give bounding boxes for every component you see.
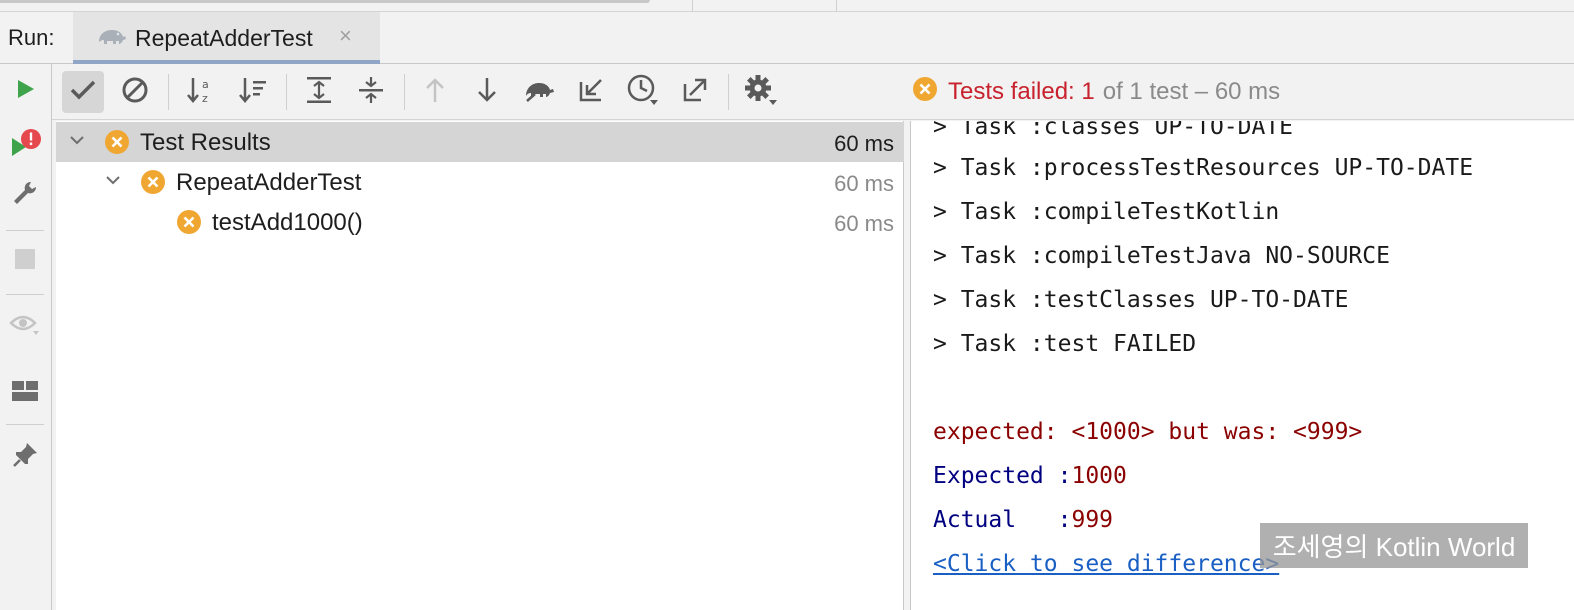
eye-icon <box>9 313 41 342</box>
tree-row-test-results[interactable]: Test Results 60 ms <box>56 122 904 162</box>
export-icon <box>681 76 709 109</box>
expected-value: 1000 <box>1071 463 1127 489</box>
arrow-down-icon <box>475 76 499 109</box>
chevron-down-icon[interactable] <box>104 171 122 194</box>
divider <box>836 0 837 11</box>
sort-alphabetically-button[interactable]: a z <box>180 71 222 113</box>
tree-row-repeat-adder-test[interactable]: RepeatAdderTest 60 ms <box>56 162 904 202</box>
divider <box>6 424 44 425</box>
modify-run-configuration-button[interactable] <box>6 176 44 214</box>
checkmark-icon <box>70 79 96 106</box>
tab-repeat-adder-test[interactable]: RepeatAdderTest × <box>73 12 380 64</box>
arrow-up-icon <box>423 76 447 109</box>
tab-title: RepeatAdderTest <box>135 25 313 51</box>
status-failed-count: Tests failed: 1 <box>948 78 1095 105</box>
show-passed-toggle[interactable] <box>62 71 104 113</box>
view-options-button[interactable] <box>6 308 44 346</box>
console-line: > Task :processTestResources UP-TO-DATE <box>933 155 1474 181</box>
divider <box>728 74 729 110</box>
actual-line: Actual :999 <box>933 507 1113 533</box>
status-total: of 1 test – 60 ms <box>1102 78 1281 105</box>
actual-label: Actual : <box>933 507 1072 533</box>
fail-circle-icon <box>140 169 166 200</box>
divider <box>404 74 405 110</box>
expected-label: Expected : <box>933 463 1072 489</box>
divider <box>692 0 693 11</box>
expand-all-icon <box>305 75 333 110</box>
click-to-see-difference-link[interactable]: <Click to see difference> <box>933 551 1279 577</box>
previous-failed-test-button[interactable] <box>414 71 456 113</box>
console-line: > Task :classes UP-TO-DATE <box>933 121 1294 140</box>
tree-row-label: Test Results <box>140 129 271 156</box>
collapse-all-button[interactable] <box>350 71 392 113</box>
ignored-icon <box>121 76 149 109</box>
test-results-tree: Test Results 60 ms RepeatAdderTest 60 ms… <box>56 121 904 610</box>
run-tab-bar: Run: RepeatAdderTest × <box>0 12 1574 64</box>
pin-icon <box>11 441 39 474</box>
settings-button[interactable] <box>740 71 782 113</box>
run-label: Run: <box>8 25 55 50</box>
gear-icon <box>743 73 779 112</box>
divider <box>168 74 169 110</box>
stop-icon <box>14 248 36 275</box>
layout-icon <box>12 380 38 407</box>
layout-button[interactable] <box>6 374 44 412</box>
fail-circle-icon <box>912 76 938 109</box>
tree-row-duration: 60 ms <box>834 131 894 156</box>
console-line: > Task :testClasses UP-TO-DATE <box>933 287 1349 313</box>
tree-row-label: RepeatAdderTest <box>176 169 362 196</box>
rerun-failed-button[interactable] <box>6 126 44 164</box>
import-tests-button[interactable] <box>570 71 612 113</box>
tree-row-test-add-1000[interactable]: testAdd1000() 60 ms <box>56 202 904 242</box>
fail-circle-icon <box>176 209 202 240</box>
next-failed-test-button[interactable] <box>466 71 508 113</box>
test-runner-toolbar: a z Tests failed: 1 of 1 test – 60 ms <box>52 64 1574 120</box>
sort-by-duration-button[interactable] <box>232 71 274 113</box>
scrollbar-thumb[interactable] <box>0 0 650 3</box>
test-history-button[interactable] <box>622 71 664 113</box>
console-line: > Task :compileTestKotlin <box>933 199 1280 225</box>
divider <box>286 74 287 110</box>
svg-text:z: z <box>202 92 208 105</box>
top-strip <box>0 0 1574 12</box>
tree-row-duration: 60 ms <box>834 211 894 236</box>
wrench-icon <box>11 179 39 212</box>
import-icon <box>577 76 605 109</box>
play-icon <box>13 77 37 106</box>
console-line: > Task :compileTestJava NO-SOURCE <box>933 243 1390 269</box>
rerun-failed-icon <box>8 126 42 165</box>
expected-line: Expected :1000 <box>933 463 1127 489</box>
sort-duration-icon <box>238 75 268 110</box>
svg-text:a: a <box>202 78 209 91</box>
collapse-all-icon <box>357 75 385 110</box>
close-icon[interactable]: × <box>339 23 352 49</box>
gradle-tasks-button[interactable] <box>518 71 560 113</box>
show-ignored-toggle[interactable] <box>114 71 156 113</box>
fail-circle-icon <box>104 129 130 160</box>
clock-icon <box>626 73 660 112</box>
watermark: 조세영의 Kotlin World <box>1260 523 1528 568</box>
expand-all-button[interactable] <box>298 71 340 113</box>
pin-tab-button[interactable] <box>6 438 44 476</box>
assertion-error-message: expected: <1000> but was: <999> <box>933 419 1363 445</box>
tree-row-label: testAdd1000() <box>212 209 363 236</box>
run-side-toolbar <box>0 64 52 610</box>
chevron-down-icon[interactable] <box>68 131 86 154</box>
stop-button[interactable] <box>6 242 44 280</box>
tree-row-duration: 60 ms <box>834 171 894 196</box>
rerun-button[interactable] <box>6 72 44 110</box>
divider <box>6 294 44 295</box>
gradle-elephant-icon <box>523 76 555 109</box>
gradle-elephant-icon <box>95 24 127 48</box>
console-line: > Task :test FAILED <box>933 331 1197 357</box>
sort-alpha-icon: a z <box>186 75 216 110</box>
export-results-button[interactable] <box>674 71 716 113</box>
actual-value: 999 <box>1071 507 1114 533</box>
test-status-summary: Tests failed: 1 of 1 test – 60 ms <box>912 76 1280 108</box>
divider <box>6 230 44 231</box>
